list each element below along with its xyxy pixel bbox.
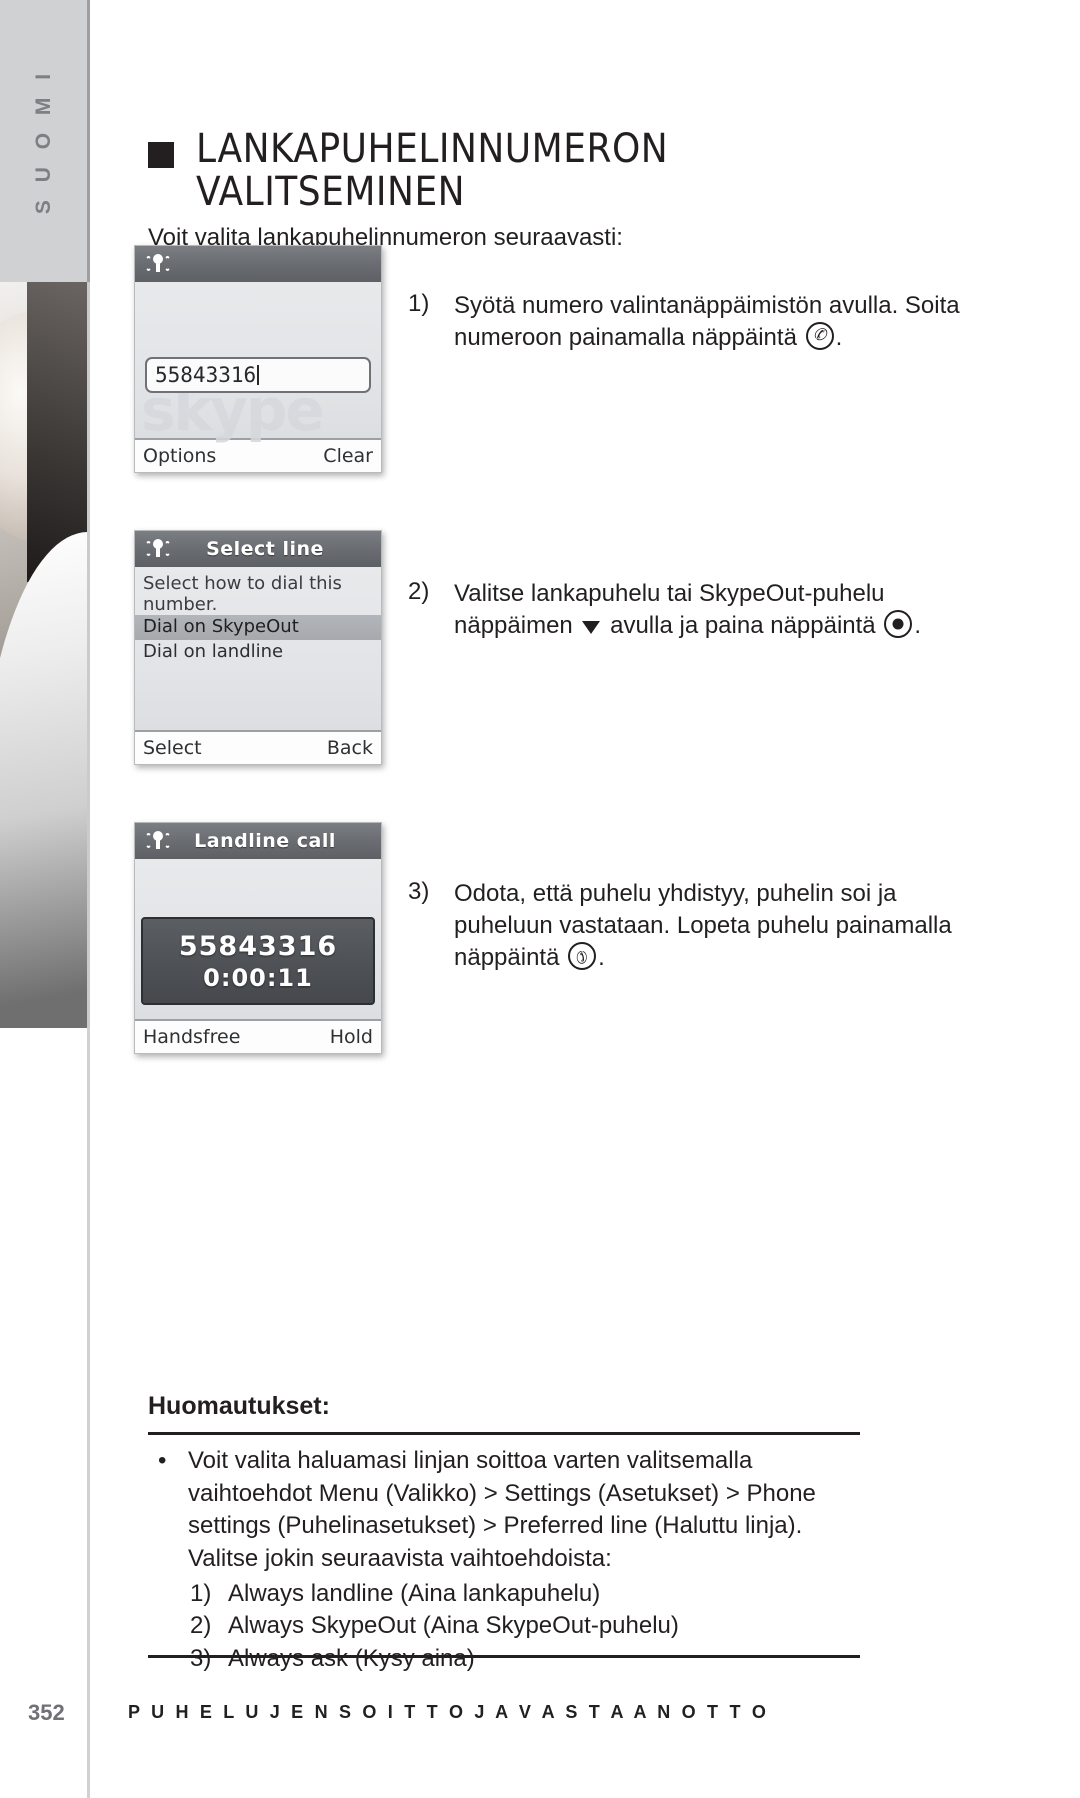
screen-titlebar — [135, 246, 381, 282]
page-title: LANKAPUHELINNUMERON VALITSEMINEN — [148, 126, 888, 216]
left-sidebar: S U O M I — [0, 0, 90, 1798]
note-sub-item-label: Always SkypeOut (Aina SkypeOut-puhelu) — [228, 1612, 679, 1640]
step-3-text-part2: . — [598, 943, 605, 971]
step-1-text-part1: Syötä numero valintanäppäimistön avulla.… — [454, 292, 960, 351]
notes-heading: Huomautukset: — [148, 1392, 330, 1420]
call-key-icon — [805, 321, 834, 350]
page-content: LANKAPUHELINNUMERON VALITSEMINEN Voit va… — [134, 0, 1068, 1798]
softkey-bar: Select Back — [135, 730, 381, 764]
active-call-panel: 55843316 0:00:11 — [141, 917, 375, 1005]
step-2-text-part3: . — [914, 611, 921, 639]
screen-titlebar: Landline call — [135, 823, 381, 859]
step-1-number: 1) — [408, 290, 430, 317]
notes-divider-top — [148, 1432, 860, 1435]
phone-number-value: 55843316 — [155, 363, 257, 387]
page-title-line1: LANKAPUHELINNUMERON — [196, 126, 669, 172]
active-call-timer: 0:00:11 — [203, 963, 313, 992]
step-3-number: 3) — [408, 878, 430, 905]
arrow-down-icon — [582, 620, 601, 634]
phone-screenshot-dialer: skype 55843316 Options Clear — [134, 245, 382, 473]
manual-page: S U O M I LANKAPUHELINNUMERON VALITSEMIN… — [0, 0, 1080, 1798]
note-sub-item: 1) Always landline (Aina lankapuhelu) — [190, 1578, 878, 1611]
screen-title-label: Landline call — [194, 830, 336, 852]
step-3-text: Odota, että puhelu yhdistyy, puhelin soi… — [454, 878, 984, 974]
photo-shadow — [27, 282, 87, 582]
step-3-text-part1: Odota, että puhelu yhdistyy, puhelin soi… — [454, 880, 952, 971]
menu-item-dial-on-skypeout[interactable]: Dial on SkypeOut — [135, 615, 381, 640]
page-title-line2: VALITSEMINEN — [196, 169, 466, 216]
note-sub-item-number: 3) — [190, 1644, 212, 1672]
screen-title-label: Select line — [206, 538, 324, 560]
sidebar-blank — [0, 1028, 90, 1798]
step-1-text-part2: . — [835, 323, 843, 351]
step-2-text: Valitse lankapuhelu tai SkypeOut-puhelu … — [454, 578, 984, 642]
softkey-right-clear[interactable]: Clear — [323, 445, 373, 467]
language-tab-label: S U O M I — [31, 67, 55, 215]
page-number: 352 — [28, 1700, 65, 1725]
step-2-number: 2) — [408, 578, 430, 605]
note-sub-item: 3) Always ask (Kysy aina) — [190, 1643, 878, 1676]
softkey-right-back[interactable]: Back — [327, 737, 373, 759]
note-sub-list: 1) Always landline (Aina lankapuhelu) 2)… — [188, 1578, 878, 1676]
screen-body: Select how to dial this number. Dial on … — [135, 567, 381, 730]
ok-key-icon — [884, 609, 913, 638]
step-2: 2) Valitse lankapuhelu tai SkypeOut-puhe… — [408, 578, 984, 642]
note-item-text: Voit valita haluamasi linjan soittoa var… — [188, 1447, 816, 1572]
screen-body: skype 55843316 — [135, 282, 381, 444]
bullet-icon: • — [158, 1447, 167, 1474]
signal-icon — [143, 830, 173, 852]
active-call-number: 55843316 — [178, 930, 338, 962]
text-caret — [257, 365, 260, 385]
notes-divider-bottom — [148, 1655, 860, 1658]
softkey-left-handsfree[interactable]: Handsfree — [143, 1026, 240, 1048]
screen-body: 55843316 0:00:11 — [135, 859, 381, 1019]
note-sub-item-label: Always landline (Aina lankapuhelu) — [228, 1579, 601, 1607]
softkey-right-hold[interactable]: Hold — [330, 1026, 373, 1048]
note-sub-item: 2) Always SkypeOut (Aina SkypeOut-puhelu… — [190, 1610, 878, 1643]
square-bullet-icon — [148, 142, 174, 168]
notes-body: • Voit valita haluamasi linjan soittoa v… — [148, 1445, 878, 1675]
menu-item-dial-on-landline[interactable]: Dial on landline — [135, 640, 381, 665]
signal-icon — [143, 253, 173, 275]
note-sub-item-number: 1) — [190, 1579, 212, 1607]
footer-section-label: P U H E L U J E N S O I T T O J A V A S … — [128, 1702, 770, 1722]
softkey-left-options[interactable]: Options — [143, 445, 216, 467]
phone-screenshot-landline-call: Landline call 55843316 0:00:11 Handsfree… — [134, 822, 382, 1054]
step-2-text-part2: avulla ja paina näppäintä — [603, 611, 883, 639]
phone-number-input[interactable]: 55843316 — [145, 357, 371, 393]
step-3: 3) Odota, että puhelu yhdistyy, puhelin … — [408, 878, 984, 974]
note-item: • Voit valita haluamasi linjan soittoa v… — [148, 1445, 878, 1576]
softkey-left-select[interactable]: Select — [143, 737, 202, 759]
signal-icon — [143, 538, 173, 560]
phone-screenshot-select-line: Select line Select how to dial this numb… — [134, 530, 382, 765]
screen-titlebar: Select line — [135, 531, 381, 567]
select-line-description: Select how to dial this number. — [143, 573, 342, 616]
language-tab: S U O M I — [0, 0, 90, 282]
step-1: 1) Syötä numero valintanäppäimistön avul… — [408, 290, 984, 354]
note-sub-item-label: Always ask (Kysy aina) — [228, 1644, 475, 1672]
end-call-key-icon — [568, 941, 597, 970]
decorative-photo — [0, 282, 90, 1028]
note-sub-item-number: 2) — [190, 1612, 212, 1640]
step-1-text: Syötä numero valintanäppäimistön avulla.… — [454, 290, 984, 354]
softkey-bar: Handsfree Hold — [135, 1019, 381, 1053]
